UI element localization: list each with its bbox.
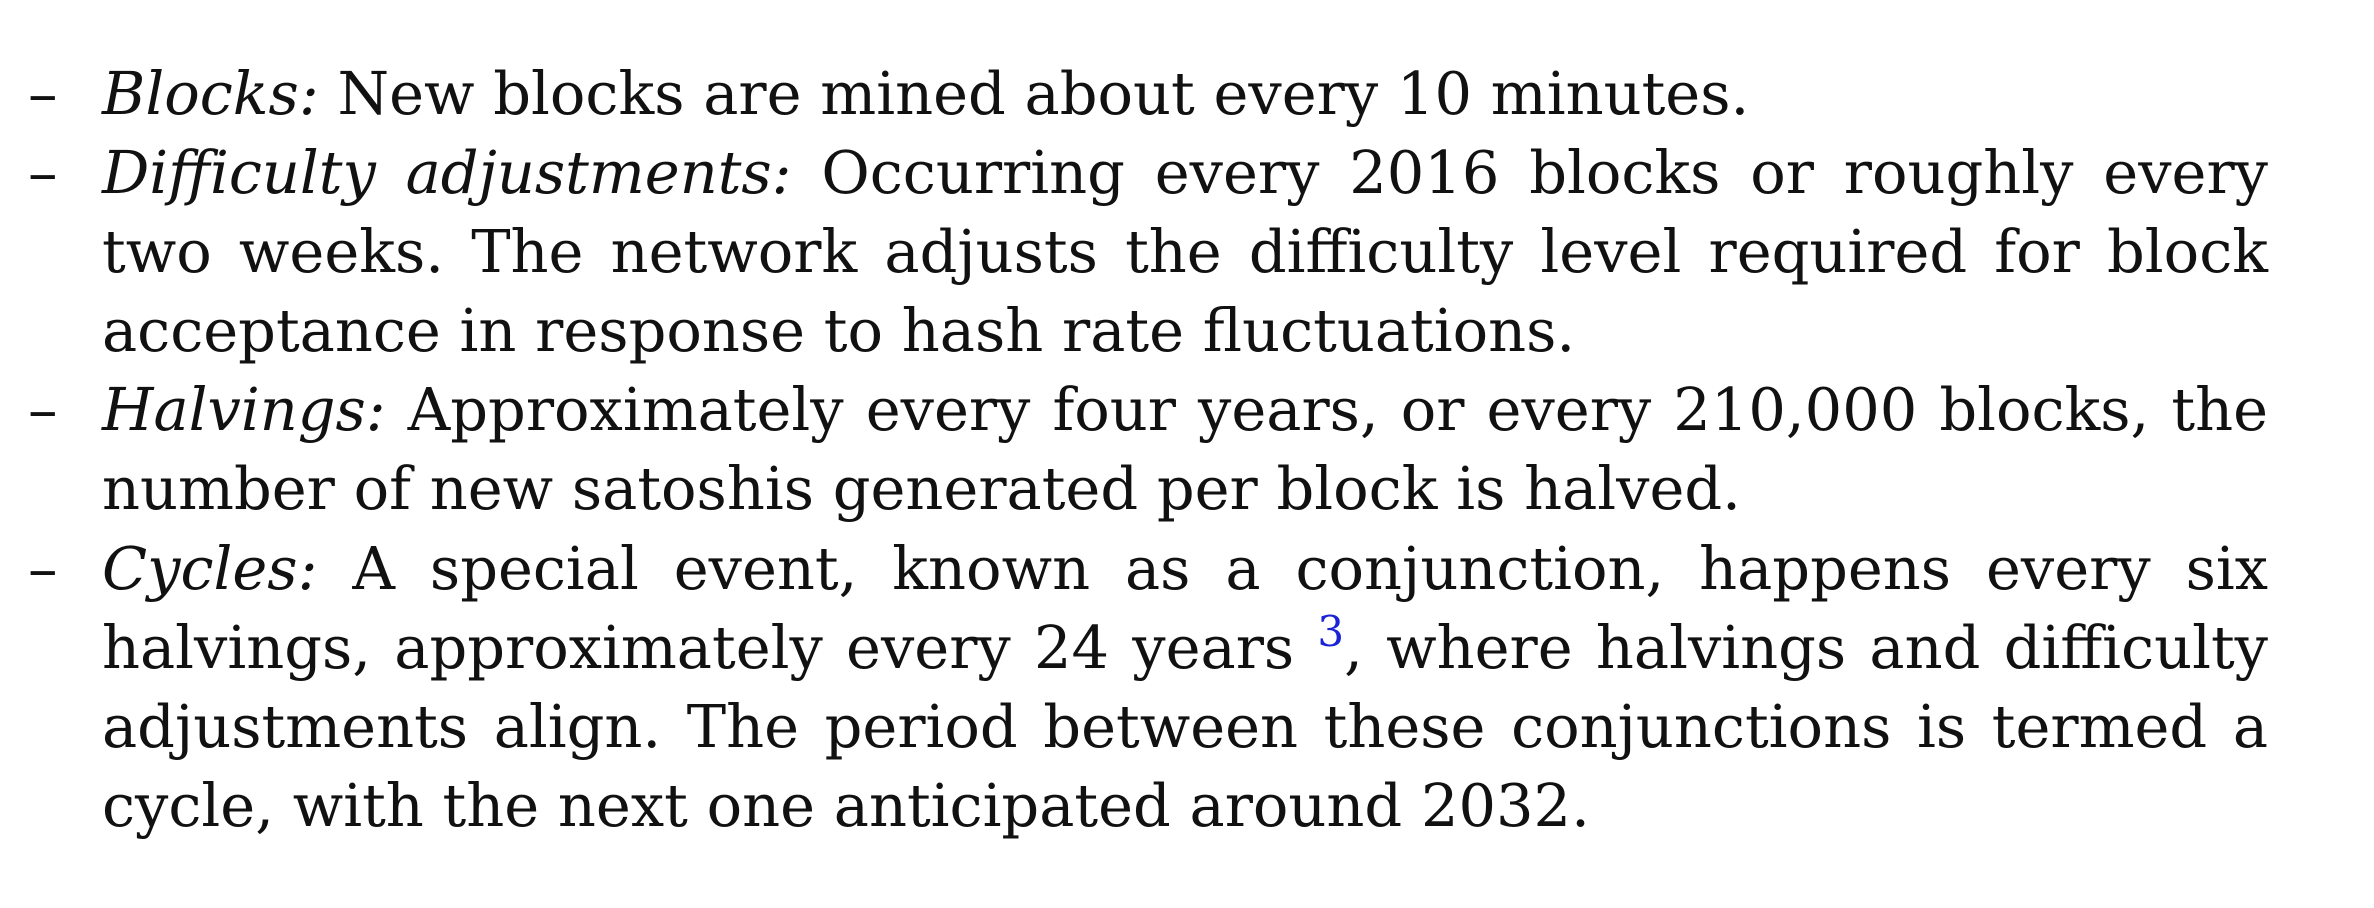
term-label: Cycles: <box>102 534 318 603</box>
list-marker: – <box>28 534 58 603</box>
item-text: New blocks are mined about every 10 minu… <box>318 59 1750 128</box>
list-item-halvings: – Halvings: Approximately every four yea… <box>0 370 2268 528</box>
item-text: Approximately every four years, or every… <box>102 375 2268 523</box>
term-label: Halvings: <box>102 375 386 444</box>
footnote-link[interactable]: 3 <box>1317 607 1344 656</box>
term-label: Blocks: <box>102 59 319 128</box>
term-label: Difficulty adjustments: <box>102 138 792 207</box>
list-item-blocks: – Blocks: New blocks are mined about eve… <box>0 54 2268 133</box>
list-marker: – <box>28 375 58 444</box>
list-item-difficulty-adjustments: – Difficulty adjustments: Occurring ever… <box>0 133 2268 370</box>
list-item-cycles: – Cycles: A special event, known as a co… <box>0 529 2268 845</box>
document-page: – Blocks: New blocks are mined about eve… <box>0 0 2374 908</box>
list-marker: – <box>28 59 58 128</box>
list-marker: – <box>28 138 58 207</box>
